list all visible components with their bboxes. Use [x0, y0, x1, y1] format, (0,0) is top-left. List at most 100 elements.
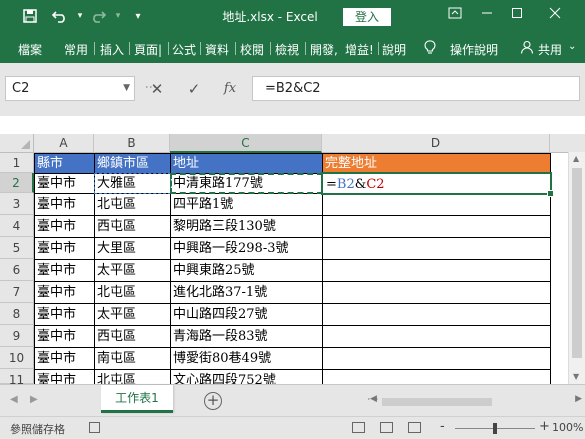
ribbon-options-icon[interactable] — [444, 6, 466, 26]
vertical-scroll-thumb[interactable] — [572, 168, 582, 358]
row-header-5[interactable]: 5 — [0, 237, 34, 259]
cell[interactable]: 臺中市 — [34, 347, 95, 370]
select-all-corner[interactable] — [0, 134, 34, 153]
cell[interactable]: 臺中市 — [34, 303, 95, 326]
customize-quick-access-icon[interactable]: ▾ — [128, 7, 148, 25]
cell[interactable]: 中興東路25號 — [170, 259, 323, 282]
cancel-formula-button[interactable]: ✕ — [145, 77, 169, 101]
column-header-c[interactable]: C — [170, 134, 322, 153]
cell[interactable]: 臺中市 — [34, 193, 95, 216]
scroll-right-icon[interactable]: ▶ — [575, 394, 582, 404]
enter-formula-button[interactable]: ✓ — [182, 77, 206, 101]
cell[interactable]: 臺中市 — [34, 325, 95, 348]
scroll-up-icon[interactable]: ▲ — [573, 154, 579, 163]
scroll-down-icon[interactable]: ▼ — [573, 372, 579, 381]
tab-help[interactable]: 說明 — [382, 41, 406, 58]
cell[interactable]: 北屯區 — [94, 193, 171, 216]
tab-review[interactable]: 校閱 — [240, 41, 264, 58]
next-sheet-icon[interactable]: ▶ — [30, 394, 38, 405]
ribbon-expand-icon[interactable]: ⌄ — [568, 41, 576, 52]
sheet-tab-1[interactable]: 工作表1 — [101, 385, 173, 413]
scroll-left-icon[interactable]: ◀ — [370, 394, 377, 404]
tab-view[interactable]: 檢視 — [275, 41, 299, 58]
cell[interactable] — [322, 237, 551, 260]
cell[interactable] — [322, 215, 551, 238]
undo-dropdown-icon[interactable]: ▾ — [70, 7, 90, 25]
row-header-7[interactable]: 7 — [0, 281, 34, 303]
header-cell-address[interactable]: 地址 — [170, 153, 323, 174]
row-header-10[interactable]: 10 — [0, 347, 34, 369]
maximize-icon[interactable] — [506, 6, 528, 26]
cell[interactable]: 臺中市 — [34, 215, 95, 238]
header-cell-district[interactable]: 鄉鎮市區 — [94, 153, 171, 174]
cell[interactable]: 四平路1號 — [170, 193, 323, 216]
tab-developer[interactable]: 開發, — [310, 41, 338, 58]
column-header-b[interactable]: B — [94, 134, 170, 153]
formula-input[interactable]: =B2&C2 — [252, 76, 580, 101]
share-user-icon[interactable] — [520, 40, 534, 57]
cell[interactable]: 中清東路177號 — [170, 173, 323, 194]
lightbulb-icon[interactable] — [424, 40, 436, 58]
row-header-9[interactable]: 9 — [0, 325, 34, 347]
cell[interactable]: 中山路四段27號 — [170, 303, 323, 326]
page-layout-view-icon[interactable] — [380, 422, 393, 433]
cell[interactable]: 大雅區 — [94, 173, 171, 194]
cell[interactable]: 太平區 — [94, 303, 171, 326]
row-header-11[interactable]: 11 — [0, 369, 34, 387]
cell[interactable] — [322, 193, 551, 216]
save-icon[interactable] — [20, 7, 40, 25]
tab-file[interactable]: 檔案 — [18, 41, 42, 58]
redo-dropdown-icon[interactable]: ▾ — [108, 7, 128, 25]
cell[interactable]: 西屯區 — [94, 215, 171, 238]
horizontal-scrollbar[interactable]: ◀ ▶ — [370, 394, 582, 406]
cell[interactable] — [322, 281, 551, 304]
zoom-level[interactable]: 100% — [552, 421, 583, 434]
close-icon[interactable] — [544, 6, 566, 26]
row-header-3[interactable]: 3 — [0, 193, 34, 215]
chevron-down-icon[interactable]: ▼ — [123, 77, 130, 100]
prev-sheet-icon[interactable]: ◀ — [10, 394, 18, 405]
zoom-slider-thumb[interactable] — [493, 423, 497, 434]
cell[interactable]: 南屯區 — [94, 347, 171, 370]
row-header-2[interactable]: 2 — [0, 173, 34, 193]
undo-icon[interactable] — [50, 7, 70, 25]
insert-function-button[interactable]: fx — [218, 77, 242, 101]
macro-record-icon[interactable] — [89, 422, 100, 433]
cell[interactable]: 臺中市 — [34, 237, 95, 260]
cell[interactable]: 西屯區 — [94, 325, 171, 348]
horizontal-scroll-thumb[interactable] — [382, 398, 492, 406]
cell[interactable]: 進化北路37-1號 — [170, 281, 323, 304]
tab-insert[interactable]: 插入 — [100, 41, 124, 58]
vertical-scrollbar[interactable]: ▲ ▼ — [568, 152, 585, 384]
minimize-icon[interactable] — [476, 6, 498, 26]
row-header-8[interactable]: 8 — [0, 303, 34, 325]
tell-me-search[interactable]: 操作說明 — [450, 41, 498, 58]
cell[interactable] — [322, 325, 551, 348]
cell[interactable]: 臺中市 — [34, 259, 95, 282]
column-header-a[interactable]: A — [34, 134, 94, 153]
share-button[interactable]: 共用 — [538, 41, 562, 58]
name-box[interactable]: C2 ▼ — [5, 76, 135, 101]
tab-data[interactable]: 資料 — [205, 41, 229, 58]
page-break-view-icon[interactable] — [408, 422, 421, 433]
cell[interactable] — [322, 347, 551, 370]
zoom-out-button[interactable]: - — [440, 419, 445, 434]
cell[interactable]: 臺中市 — [34, 281, 95, 304]
header-cell-city[interactable]: 縣市 — [34, 153, 95, 174]
tab-home[interactable]: 常用 — [64, 41, 88, 58]
zoom-in-button[interactable]: + — [539, 419, 550, 434]
row-header-4[interactable]: 4 — [0, 215, 34, 237]
cell[interactable] — [322, 303, 551, 326]
tab-page-layout[interactable]: 頁面| — [134, 41, 162, 58]
cell[interactable]: 中興路一段298-3號 — [170, 237, 323, 260]
cell[interactable]: 大里區 — [94, 237, 171, 260]
cell[interactable]: 博愛街80巷49號 — [170, 347, 323, 370]
normal-view-icon[interactable] — [352, 422, 365, 433]
cell[interactable] — [322, 259, 551, 282]
cell[interactable]: 黎明路三段130號 — [170, 215, 323, 238]
active-cell-d2[interactable]: =B2&C2 — [321, 172, 554, 197]
redo-icon[interactable] — [88, 7, 108, 25]
row-header-6[interactable]: 6 — [0, 259, 34, 281]
add-sheet-button[interactable]: + — [204, 392, 222, 410]
header-cell-full-address[interactable]: 完整地址 — [322, 153, 551, 174]
